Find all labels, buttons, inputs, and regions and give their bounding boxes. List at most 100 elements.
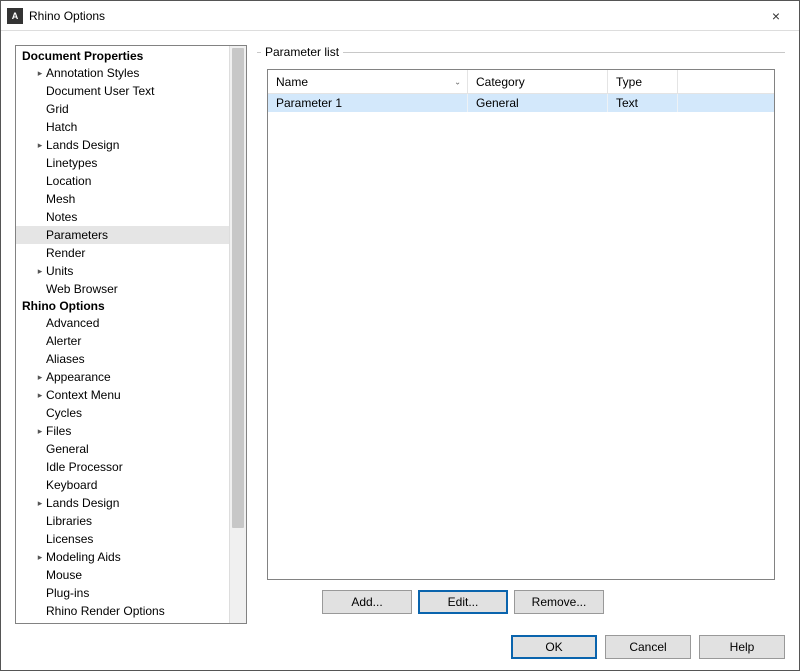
tree-item[interactable]: ▸Mesh	[16, 190, 229, 208]
tree-item-label: Licenses	[46, 532, 93, 546]
remove-button[interactable]: Remove...	[514, 590, 604, 614]
edit-button[interactable]: Edit...	[418, 590, 508, 614]
sort-indicator-icon: ⌄	[454, 77, 461, 86]
tree-item[interactable]: ▸General	[16, 440, 229, 458]
tree-item[interactable]: ▸Advanced	[16, 314, 229, 332]
tree-item-label: Modeling Aids	[46, 550, 121, 564]
tree-item[interactable]: ▸Units	[16, 262, 229, 280]
tree-item[interactable]: ▸Context Menu	[16, 386, 229, 404]
tree-item-label: Libraries	[46, 514, 92, 528]
tree-item[interactable]: ▸Render	[16, 244, 229, 262]
chevron-right-icon[interactable]: ▸	[34, 267, 46, 276]
titlebar: A Rhino Options ×	[1, 1, 799, 31]
table-button-row: Add... Edit... Remove...	[267, 580, 775, 614]
nav-tree-panel: Document Properties▸Annotation Styles▸Do…	[15, 45, 247, 624]
tree-item-label: Units	[46, 264, 73, 278]
tree-item-label: Linetypes	[46, 156, 97, 170]
close-icon: ×	[772, 8, 780, 24]
tree-item-label: General	[46, 442, 89, 456]
column-header-category[interactable]: Category	[468, 70, 608, 94]
tree-item[interactable]: ▸Linetypes	[16, 154, 229, 172]
tree-item-label: Document User Text	[46, 84, 155, 98]
tree-item-label: Context Menu	[46, 388, 121, 402]
cancel-button[interactable]: Cancel	[605, 635, 691, 659]
parameter-list-group: Parameter list Name ⌄ Category Type	[257, 45, 785, 624]
tree-item[interactable]: ▸Licenses	[16, 530, 229, 548]
tree-item[interactable]: ▸Alerter	[16, 332, 229, 350]
cell-type: Text	[608, 94, 678, 112]
tree-item[interactable]: ▸Hatch	[16, 118, 229, 136]
chevron-right-icon[interactable]: ▸	[34, 69, 46, 78]
chevron-right-icon[interactable]: ▸	[34, 373, 46, 382]
tree-item[interactable]: ▸Lands Design	[16, 494, 229, 512]
cell-name: Parameter 1	[268, 94, 468, 112]
tree-item-label: Idle Processor	[46, 460, 123, 474]
chevron-right-icon[interactable]: ▸	[34, 553, 46, 562]
tree-item[interactable]: ▸Notes	[16, 208, 229, 226]
tree-item[interactable]: ▸Files	[16, 422, 229, 440]
parameter-table: Name ⌄ Category Type Parameter 1GeneralT…	[267, 69, 775, 580]
tree-item[interactable]: ▸Lands Design	[16, 136, 229, 154]
tree-item-label: Notes	[46, 210, 77, 224]
tree-item[interactable]: ▸Rhino Render Options	[16, 602, 229, 620]
nav-tree[interactable]: Document Properties▸Annotation Styles▸Do…	[16, 46, 229, 623]
dialog-body: Document Properties▸Annotation Styles▸Do…	[1, 31, 799, 624]
tree-item-label: Aliases	[46, 352, 85, 366]
options-window: A Rhino Options × Document Properties▸An…	[0, 0, 800, 671]
tree-item[interactable]: ▸Location	[16, 172, 229, 190]
chevron-right-icon[interactable]: ▸	[34, 499, 46, 508]
tree-item[interactable]: ▸Grid	[16, 100, 229, 118]
tree-item[interactable]: ▸Aliases	[16, 350, 229, 368]
ok-button[interactable]: OK	[511, 635, 597, 659]
table-body: Parameter 1GeneralText	[268, 94, 774, 579]
chevron-right-icon[interactable]: ▸	[34, 427, 46, 436]
tree-item-label: Location	[46, 174, 91, 188]
tree-item-label: Rhino Render Options	[46, 604, 165, 618]
groupbox-label: Parameter list	[261, 45, 343, 59]
tree-item[interactable]: ▸Modeling Aids	[16, 548, 229, 566]
tree-item[interactable]: ▸Libraries	[16, 512, 229, 530]
tree-section-header: Rhino Options	[16, 298, 229, 314]
tree-item[interactable]: ▸Annotation Styles	[16, 64, 229, 82]
tree-scrollbar[interactable]	[229, 46, 246, 623]
tree-item-label: Hatch	[46, 120, 77, 134]
column-header-type[interactable]: Type	[608, 70, 678, 94]
tree-item-label: Files	[46, 424, 71, 438]
tree-scrollbar-thumb[interactable]	[232, 48, 244, 528]
content-panel: Parameter list Name ⌄ Category Type	[257, 45, 785, 624]
dialog-footer: OK Cancel Help	[1, 624, 799, 670]
table-row[interactable]: Parameter 1GeneralText	[268, 94, 774, 112]
chevron-right-icon[interactable]: ▸	[34, 391, 46, 400]
tree-item-label: Annotation Styles	[46, 66, 139, 80]
tree-item[interactable]: ▸Document User Text	[16, 82, 229, 100]
cell-category: General	[468, 94, 608, 112]
close-button[interactable]: ×	[753, 1, 799, 31]
tree-item-label: Mouse	[46, 568, 82, 582]
tree-item[interactable]: ▸Mouse	[16, 566, 229, 584]
tree-item-label: Appearance	[46, 370, 111, 384]
tree-item-label: Cycles	[46, 406, 82, 420]
tree-item[interactable]: ▸Keyboard	[16, 476, 229, 494]
tree-section-header: Document Properties	[16, 48, 229, 64]
tree-item-label: Alerter	[46, 334, 81, 348]
tree-item[interactable]: ▸Appearance	[16, 368, 229, 386]
tree-item-label: Parameters	[46, 228, 108, 242]
column-header-spacer	[678, 70, 774, 94]
tree-item[interactable]: ▸Parameters	[16, 226, 229, 244]
tree-item-label: Lands Design	[46, 496, 119, 510]
table-header: Name ⌄ Category Type	[268, 70, 774, 94]
column-header-name[interactable]: Name ⌄	[268, 70, 468, 94]
tree-item[interactable]: ▸Idle Processor	[16, 458, 229, 476]
tree-item-label: Web Browser	[46, 282, 118, 296]
add-button[interactable]: Add...	[322, 590, 412, 614]
tree-item[interactable]: ▸Web Browser	[16, 280, 229, 298]
chevron-right-icon[interactable]: ▸	[34, 141, 46, 150]
help-button[interactable]: Help	[699, 635, 785, 659]
tree-item-label: Render	[46, 246, 85, 260]
tree-item[interactable]: ▸Plug-ins	[16, 584, 229, 602]
cell-spacer	[678, 94, 774, 112]
tree-item-label: Plug-ins	[46, 586, 89, 600]
tree-item[interactable]: ▸Cycles	[16, 404, 229, 422]
tree-item-label: Keyboard	[46, 478, 97, 492]
tree-item-label: Grid	[46, 102, 69, 116]
